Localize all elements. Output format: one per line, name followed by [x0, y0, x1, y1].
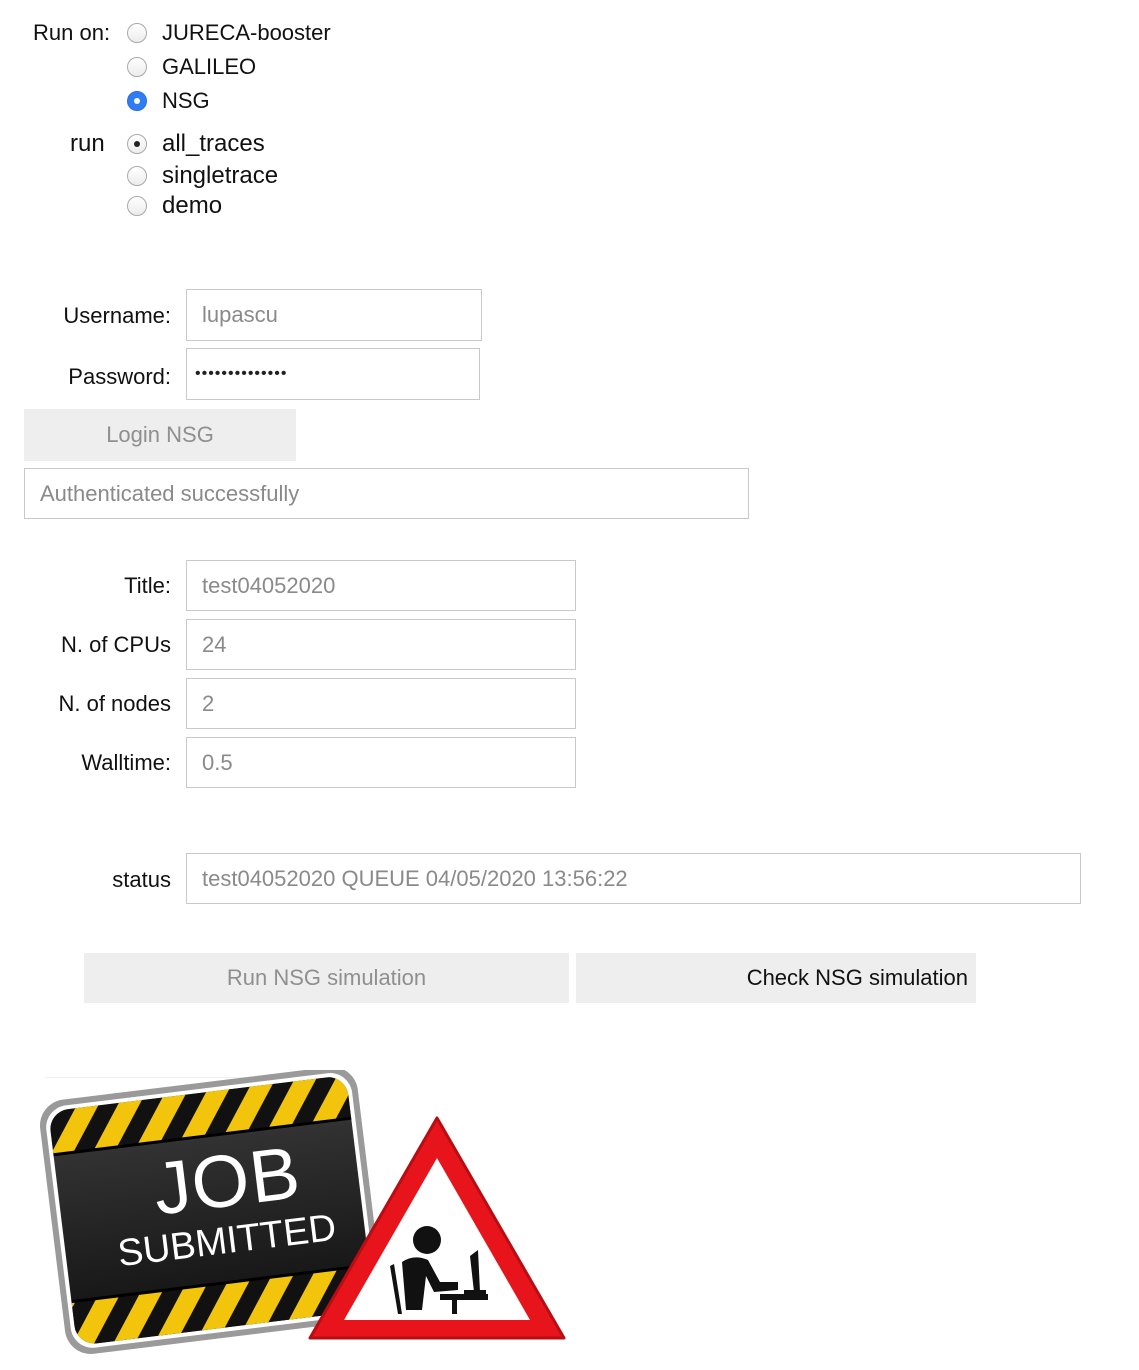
cpus-label: N. of CPUs — [60, 632, 171, 657]
radio-label-demo: demo — [162, 192, 223, 219]
cpus-input[interactable]: 24 — [186, 619, 576, 670]
radio-nsg[interactable] — [127, 91, 147, 111]
radio-demo[interactable] — [127, 196, 147, 216]
password-input[interactable]: •••••••••••••• — [186, 348, 480, 400]
title-label: Title: — [124, 573, 171, 598]
title-input[interactable]: test04052020 — [186, 560, 576, 611]
job-submitted-image: JOB SUBMITTED — [40, 1070, 580, 1360]
login-nsg-button[interactable]: Login NSG — [24, 409, 296, 461]
nodes-input[interactable]: 2 — [186, 678, 576, 729]
radio-label-jureca-booster: JURECA-booster — [162, 20, 331, 45]
auth-status-field: Authenticated successfully — [24, 468, 749, 519]
radio-label-galileo: GALILEO — [162, 54, 257, 79]
walltime-label: Walltime: — [81, 750, 171, 775]
radio-jureca-booster[interactable] — [127, 23, 147, 43]
radio-label-nsg: NSG — [162, 88, 210, 113]
radio-galileo[interactable] — [127, 57, 147, 77]
radio-label-singletrace: singletrace — [162, 162, 279, 189]
password-label: Password: — [68, 364, 171, 389]
warning-triangle-icon — [308, 1116, 566, 1340]
status-field: test04052020 QUEUE 04/05/2020 13:56:22 — [186, 853, 1081, 904]
run-nsg-simulation-button[interactable]: Run NSG simulation — [84, 953, 569, 1003]
radio-singletrace[interactable] — [127, 166, 147, 186]
username-label: Username: — [63, 303, 171, 328]
radio-all-traces[interactable] — [127, 134, 147, 154]
check-nsg-simulation-button[interactable]: Check NSG simulation — [576, 953, 976, 1003]
walltime-input[interactable]: 0.5 — [186, 737, 576, 788]
run-label: run — [70, 130, 105, 157]
nodes-label: N. of nodes — [58, 691, 171, 716]
radio-label-all-traces: all_traces — [162, 130, 265, 157]
username-input[interactable]: lupascu — [186, 289, 482, 341]
run-on-label: Run on: — [33, 20, 111, 45]
status-label: status — [112, 867, 171, 892]
